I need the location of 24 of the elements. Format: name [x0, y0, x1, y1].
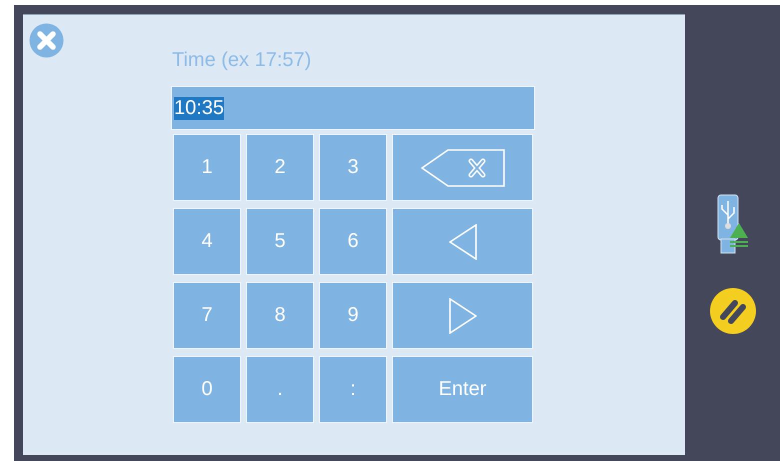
key-button[interactable]: . [246, 356, 314, 423]
cursor-right-button[interactable] [392, 282, 533, 349]
close-icon[interactable] [29, 23, 64, 58]
time-value: 10:35 [174, 96, 224, 120]
key-button[interactable]: 5 [246, 208, 314, 275]
key-button[interactable]: 8 [246, 282, 314, 349]
pause-icon[interactable] [708, 287, 756, 335]
enter-button[interactable]: Enter [392, 356, 533, 423]
backspace-button[interactable] [392, 134, 533, 201]
key-button[interactable]: 6 [319, 208, 387, 275]
left-triangle-icon [448, 224, 476, 260]
key-button[interactable]: 4 [173, 208, 241, 275]
cursor-left-button[interactable] [392, 208, 533, 275]
right-triangle-icon [448, 298, 476, 334]
key-button[interactable]: 0 [173, 356, 241, 423]
key-button[interactable]: 2 [246, 134, 314, 201]
key-button[interactable]: : [319, 356, 387, 423]
field-label: Time (ex 17:57) [172, 49, 312, 73]
key-button[interactable]: 3 [319, 134, 387, 201]
time-input-field[interactable]: 10:35 [171, 86, 535, 130]
key-button[interactable]: 1 [173, 134, 241, 201]
backspace-icon [420, 148, 504, 186]
key-button[interactable]: 7 [173, 282, 241, 349]
key-button[interactable]: 9 [319, 282, 387, 349]
